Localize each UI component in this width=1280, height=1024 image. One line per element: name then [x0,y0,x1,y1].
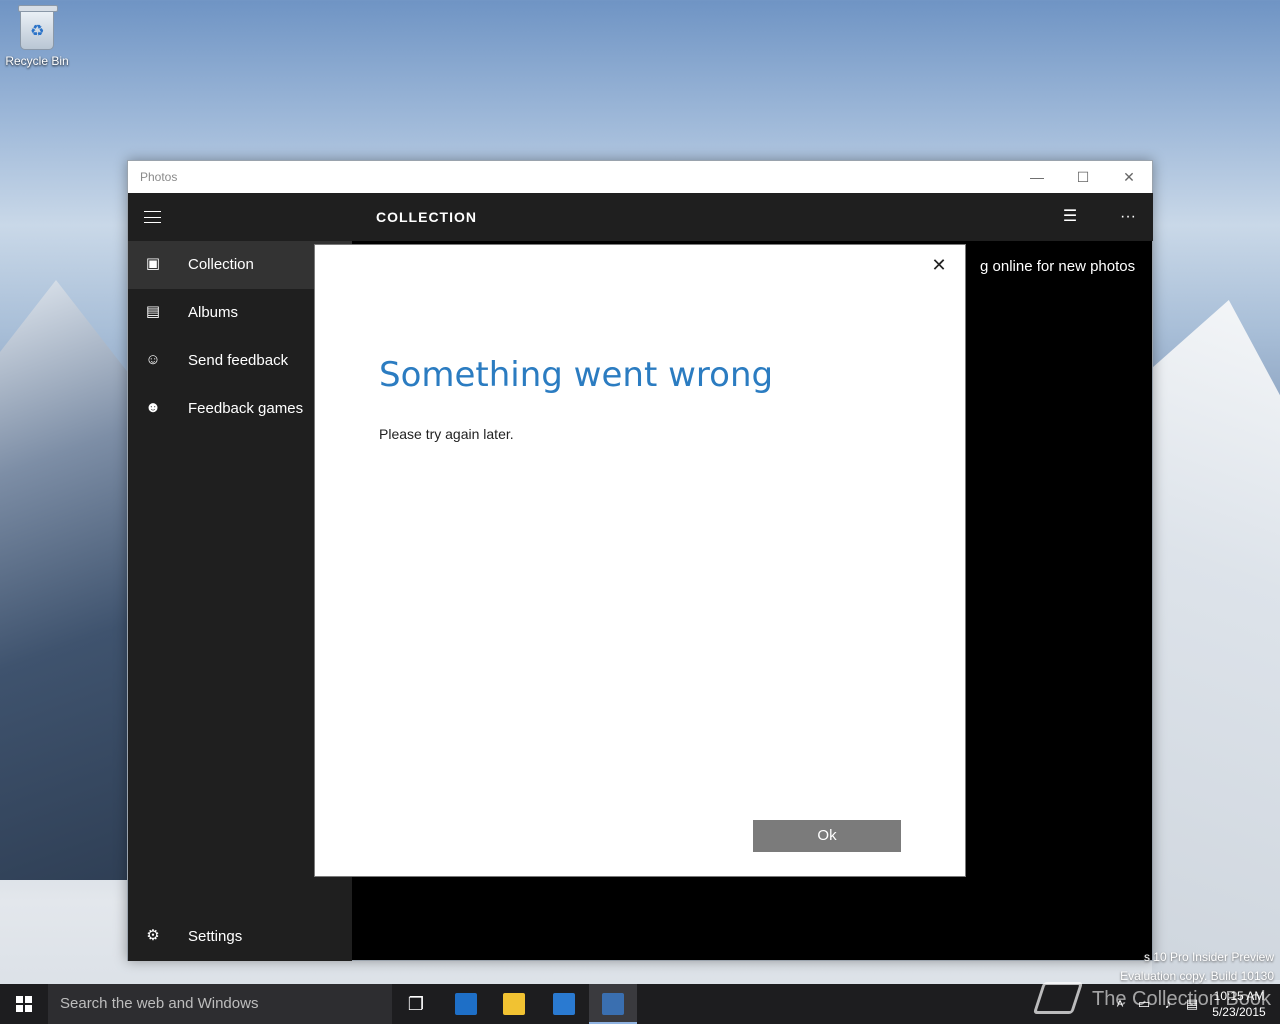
gear-icon: ⚙ [146,927,160,944]
sidebar-item-label: Send feedback [188,352,289,369]
task-view-button[interactable]: ❐ [392,984,440,1024]
windows-logo-icon [16,996,32,1012]
watermark-logo-text: The Collection Book [1092,988,1271,1010]
main-header: COLLECTION ☰ ··· [352,193,1153,241]
page-title: COLLECTION [376,209,477,225]
taskbar-photos-button[interactable] [589,984,637,1024]
select-list-icon[interactable]: ☰ [1058,205,1082,229]
taskbar-browser-button[interactable] [442,984,490,1024]
feedback-games-icon: ☻ [145,399,161,416]
dialog-message: Please try again later. [379,426,514,442]
wallpaper-mountain-right [1152,300,1280,980]
error-dialog: ✕ Something went wrong Please try again … [314,244,966,877]
title-bar[interactable]: Photos — ☐ ✕ [128,161,1152,193]
store-icon [553,993,575,1015]
start-button[interactable] [0,984,48,1024]
hamburger-menu-icon[interactable] [144,211,161,223]
minimize-button[interactable]: — [1014,161,1060,193]
recycle-bin-desktop-icon[interactable]: ♻ Recycle Bin [4,5,70,68]
collection-icon: ▣ [145,255,161,272]
more-options-icon[interactable]: ··· [1116,205,1140,229]
taskbar-store-button[interactable] [540,984,588,1024]
sidebar-item-label: Collection [188,256,254,273]
recycle-bin-label: Recycle Bin [5,54,69,68]
sidebar-item-label: Albums [188,304,239,321]
watermark-line-1: s 10 Pro Insider Preview [1143,950,1274,964]
browser-icon [455,993,477,1015]
taskbar-file-explorer-button[interactable] [490,984,538,1024]
ok-button[interactable]: Ok [753,820,901,852]
sidebar-item-settings[interactable]: ⚙ Settings [128,913,352,961]
sidebar-item-label: Feedback games [188,400,304,417]
maximize-button[interactable]: ☐ [1060,161,1106,193]
sidebar-item-label: Settings [188,928,243,945]
close-window-button[interactable]: ✕ [1106,161,1152,193]
search-input[interactable]: Search the web and Windows [48,984,392,1024]
photos-icon [602,993,624,1015]
feedback-icon: ☺ [145,351,161,368]
task-view-icon: ❐ [407,994,425,1014]
recycle-bin-icon: ♻ [18,5,58,50]
window-title: Photos [140,170,178,184]
albums-icon: ▤ [145,303,161,320]
close-icon[interactable]: ✕ [927,253,951,277]
collection-book-watermark: The Collection Book [1030,974,1280,1024]
book-icon [1032,982,1084,1014]
status-text-behind-dialog: g online for new photos [980,258,1136,275]
wallpaper-mountain-left [0,280,140,880]
dialog-title: Something went wrong [379,355,774,395]
folder-icon [503,993,525,1015]
